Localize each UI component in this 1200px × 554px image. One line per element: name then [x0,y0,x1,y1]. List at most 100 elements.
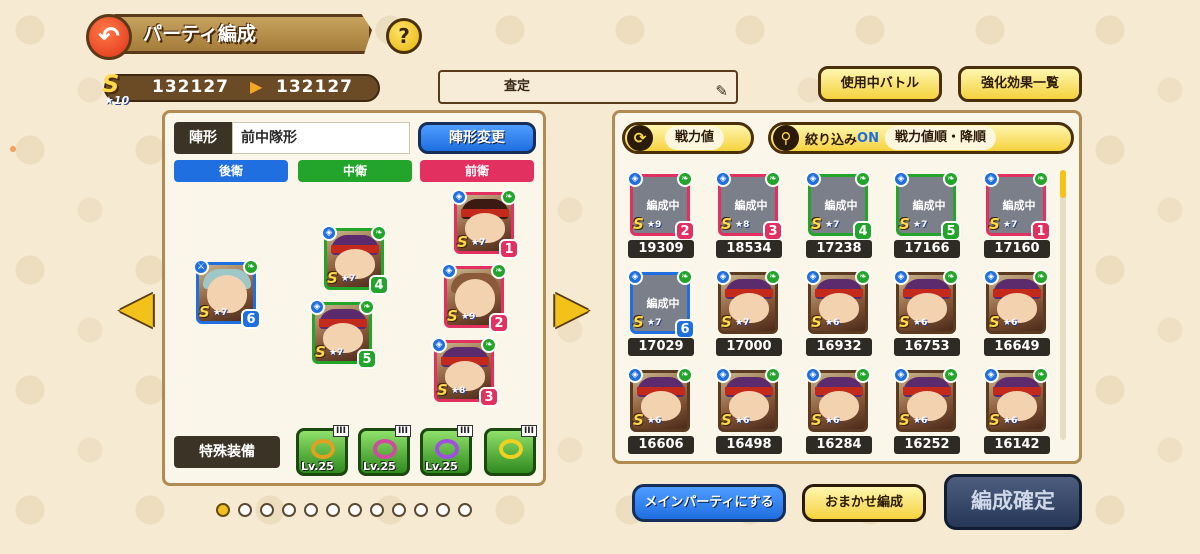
roster-card[interactable]: ◈ ❧ S ★6 [893,269,959,334]
equipment-slot[interactable]: III [484,425,537,476]
roster-card[interactable]: ◈ ❧ S ★6 [983,269,1049,334]
slot-number: 6 [241,309,261,329]
shield-icon: ◈ [983,171,999,187]
roster-card[interactable]: ◈ ❧ S ★6 [805,367,871,432]
ring-icon [373,439,397,459]
leaf-icon: ❧ [677,269,693,285]
shield-icon: ◈ [321,225,337,241]
slot-number: 3 [763,221,783,241]
roster-card[interactable]: ◈ ❧ S ★7 [715,269,781,334]
roster-card[interactable]: ◈ ❧ S ★6 [983,367,1049,432]
shield-icon: ◈ [805,367,821,383]
help-button[interactable]: ? [386,18,422,54]
roster-card[interactable]: 編成中 ◈ ❧ S ★9 2 [627,171,695,241]
leaf-icon: ❧ [855,171,871,187]
page-dot[interactable] [436,503,450,517]
in-party-label: 編成中 [734,199,768,212]
next-party-arrow[interactable]: ▶ [554,278,590,338]
shield-icon: ◈ [441,263,457,279]
formation-member[interactable]: ◈ ❧ S ★9 2 [441,263,509,333]
page-title: パーティ編成 [110,14,372,54]
shield-icon: ◈ [805,269,821,285]
formation-member[interactable]: ◈ ❧ S ★7 5 [309,299,377,369]
slot-number: 5 [357,349,377,369]
roster-card[interactable]: ◈ ❧ S ★6 [805,269,871,334]
leaf-icon: ❧ [855,367,871,383]
shield-icon: ◈ [983,367,999,383]
roster-card[interactable]: 編成中 ◈ ❧ S ★7 1 [983,171,1051,241]
party-name-label: 査定 [504,79,531,94]
card-stars: ★6 [825,416,840,426]
set-main-party-button[interactable]: メインパーティにする [632,484,786,522]
page-dot[interactable] [282,503,296,517]
page-dot[interactable] [260,503,274,517]
equipment-slot[interactable]: III Lv.25 [296,425,349,476]
sort-order: 戦力値順・降順 [884,126,996,150]
leaf-icon: ❧ [765,367,781,383]
slot-number: 4 [369,275,389,295]
power-value: 16753 [894,338,960,356]
roster-card[interactable]: ◈ ❧ S ★6 [715,367,781,432]
page-dot[interactable] [304,503,318,517]
in-party-label: 編成中 [646,297,680,310]
back-button[interactable]: ↶ [86,14,132,60]
formation-member[interactable]: ◈ ❧ S ★7 4 [321,225,389,295]
card-stars: ★7 [913,220,928,230]
page-dot[interactable] [414,503,428,517]
power-value: 16932 [806,338,872,356]
formation-change-button[interactable]: 陣形変更 [418,122,536,154]
page-dot[interactable] [326,503,340,517]
prev-party-arrow[interactable]: ◀ [118,278,154,338]
shield-icon: ◈ [627,269,643,285]
crest-icon [499,439,523,459]
leaf-icon: ❧ [677,171,693,187]
card-stars: ★8 [735,220,750,230]
boost-list-button[interactable]: 強化効果一覧 [958,66,1082,102]
power-value: 16252 [894,436,960,454]
formation-member[interactable]: ⚔ ❧ S ★7 6 [193,259,261,329]
roster-card[interactable]: 編成中 ◈ ❧ S ★7 4 [805,171,873,241]
slot-number: 3 [479,387,499,407]
leaf-icon: ❧ [243,259,259,275]
card-stars: ★6 [1003,318,1018,328]
tab-middle-row: 中衛 [298,160,412,182]
card-stars: ★6 [1003,416,1018,426]
page-dot[interactable] [458,503,472,517]
equipment-slot[interactable]: III Lv.25 [420,425,473,476]
slot-number: 5 [941,221,961,241]
power-value: 17029 [628,338,694,356]
score-next: 132127 [276,77,353,97]
card-stars: ★7 [647,318,662,328]
power-value: 18534 [716,240,782,258]
roster-card[interactable]: 編成中 ◈ ❧ S ★7 5 [893,171,961,241]
page-dot[interactable] [348,503,362,517]
roster-scrollbar[interactable] [1060,170,1066,440]
leaf-icon: ❧ [943,171,959,187]
power-value: 19309 [628,240,694,258]
battle-in-use-button[interactable]: 使用中バトル [818,66,942,102]
card-stars: ★6 [647,416,662,426]
page-dot[interactable] [370,503,384,517]
filter-button[interactable]: ⚲ 絞り込み ON 戦力値順・降順 [768,122,1074,154]
confirm-formation-button[interactable]: 編成確定 [944,474,1082,530]
roster-card[interactable]: ◈ ❧ S ★6 [893,367,959,432]
page-dot[interactable] [238,503,252,517]
page-dot[interactable] [216,503,230,517]
page-dot[interactable] [392,503,406,517]
search-icon: ⚲ [773,125,799,151]
party-name-field[interactable]: 査定 ✎ [438,70,738,104]
roster-scroll-thumb[interactable] [1060,170,1066,198]
special-equipment-label: 特殊装備 [174,436,280,468]
roster-card[interactable]: 編成中 ◈ ❧ S ★7 6 [627,269,695,339]
sort-power-button[interactable]: ⟳ 戦力値 [622,122,754,154]
roster-card[interactable]: ◈ ❧ S ★6 [627,367,693,432]
formation-member[interactable]: ◈ ❧ S ★8 3 [431,337,499,407]
equipment-slot[interactable]: III Lv.25 [358,425,411,476]
rank-stars: ★10 [104,94,130,107]
formation-member[interactable]: ◈ ❧ S ★7 1 [451,189,519,259]
roster-card[interactable]: 編成中 ◈ ❧ S ★8 3 [715,171,783,241]
auto-formation-button[interactable]: おまかせ編成 [802,484,926,522]
shield-icon: ◈ [627,367,643,383]
pen-icon[interactable]: ✎ [715,76,728,106]
leaf-icon: ❧ [501,189,517,205]
